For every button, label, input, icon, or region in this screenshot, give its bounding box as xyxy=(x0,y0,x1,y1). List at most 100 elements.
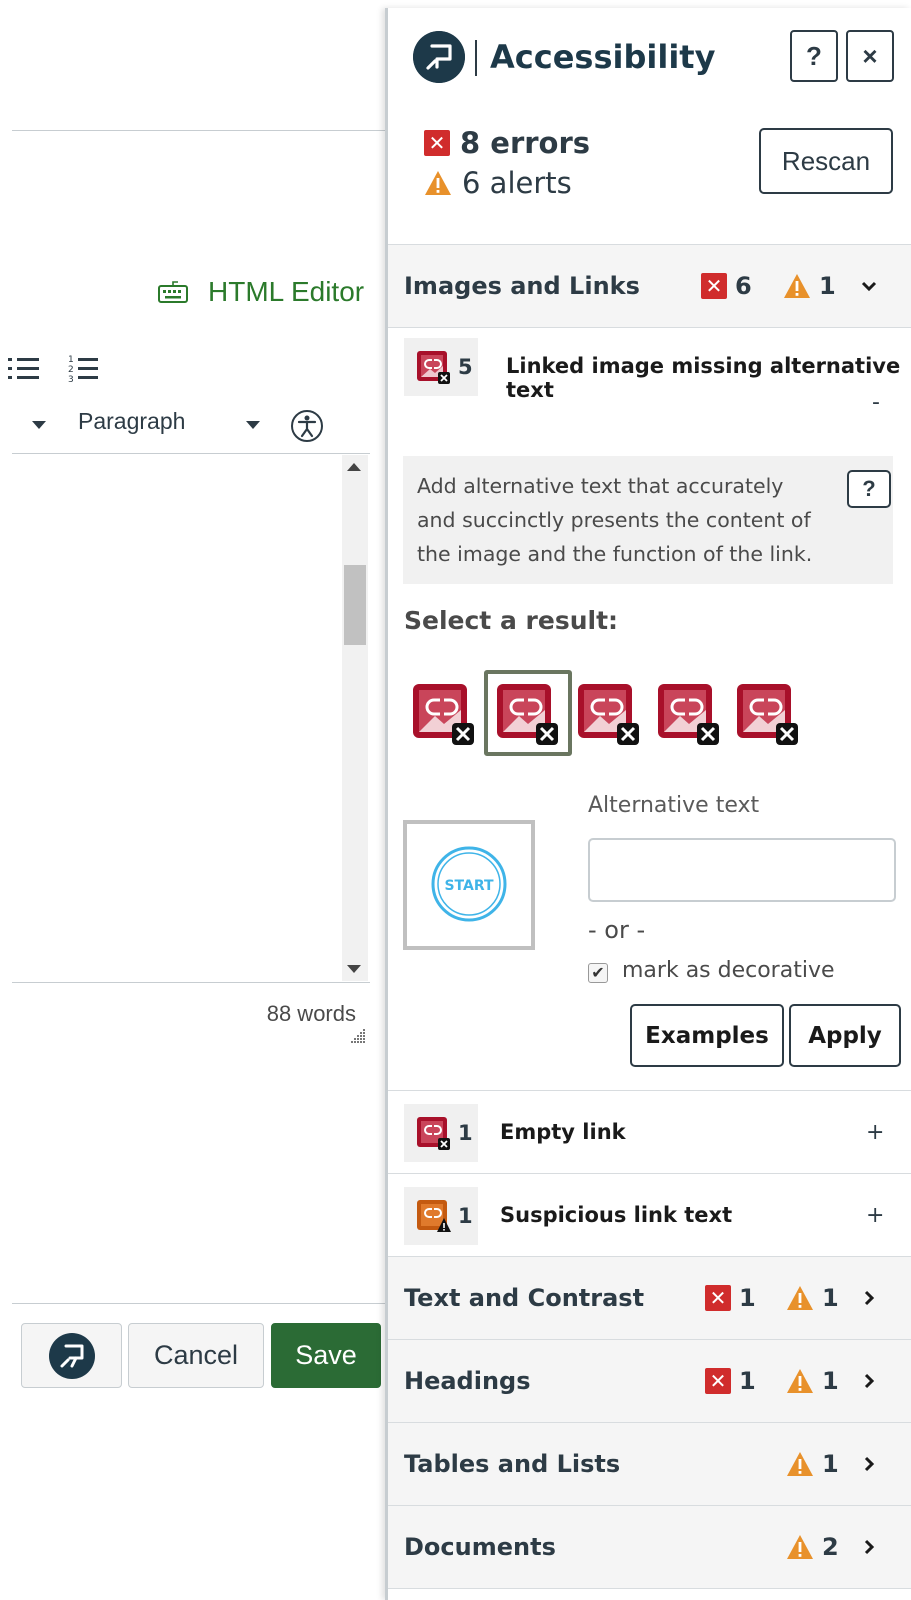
mark-decorative-checkbox[interactable]: ✔ xyxy=(588,963,608,983)
section-alert-count: 1 xyxy=(786,1450,839,1478)
error-icon: ✕ xyxy=(705,1368,731,1394)
warning-icon xyxy=(787,1535,813,1559)
rich-content-editor: HTML Editor 1 2 3 Paragraph 88 words Can… xyxy=(0,0,385,1600)
section-text-and-contrast[interactable]: Text and Contrast ✕ 1 1 xyxy=(388,1256,911,1339)
html-editor-toggle[interactable]: HTML Editor xyxy=(158,272,364,312)
issue-empty-link[interactable]: 1 Empty link + xyxy=(388,1090,911,1173)
editor-divider xyxy=(12,130,385,131)
font-size-dropdown-caret[interactable] xyxy=(32,421,46,429)
issue-icon-box: 5 xyxy=(404,338,478,396)
section-error-count: ✕ 1 xyxy=(705,1367,756,1395)
or-divider-text: - or - xyxy=(588,916,646,944)
linked-image-error-icon xyxy=(417,351,450,384)
linked-image-error-icon xyxy=(578,684,639,745)
error-count-value: 1 xyxy=(739,1367,756,1395)
section-alert-count: 2 xyxy=(786,1533,839,1561)
editor-content-area[interactable] xyxy=(12,453,370,983)
scroll-thumb[interactable] xyxy=(344,565,366,645)
issue-expand-toggle[interactable]: + xyxy=(866,1203,884,1228)
help-button[interactable]: ? xyxy=(790,30,838,82)
resize-grip-icon[interactable] xyxy=(350,1028,366,1044)
error-count-value: 6 xyxy=(735,272,752,300)
save-button[interactable]: Save xyxy=(271,1323,381,1388)
result-thumbnail-3[interactable] xyxy=(577,683,639,745)
warning-icon xyxy=(787,1452,813,1476)
close-button[interactable]: × xyxy=(846,30,894,82)
warning-icon xyxy=(425,171,451,195)
numbered-list-icon[interactable]: 1 2 3 xyxy=(68,352,100,386)
chevron-right-icon[interactable] xyxy=(859,1371,879,1391)
issue-count: 1 xyxy=(458,1204,473,1228)
alert-count-value: 1 xyxy=(822,1367,839,1395)
bullet-list-icon[interactable] xyxy=(8,352,40,386)
issue-suspicious-link-text[interactable]: 1 Suspicious link text + xyxy=(388,1173,911,1256)
linked-image-error-icon xyxy=(413,684,474,745)
section-images-and-links[interactable]: Images and Links ✕ 6 1 xyxy=(388,244,911,327)
warning-icon xyxy=(784,274,810,298)
issue-label: Empty link xyxy=(500,1120,626,1144)
title-divider xyxy=(475,40,477,76)
rescan-button[interactable]: Rescan xyxy=(759,128,893,194)
chevron-right-icon[interactable] xyxy=(859,1537,879,1557)
result-thumbnail-4[interactable] xyxy=(657,683,719,745)
linked-image-error-icon xyxy=(737,684,798,745)
scroll-up-arrow-icon[interactable] xyxy=(347,463,361,471)
word-count: 88 words xyxy=(266,1001,356,1026)
brand-logo-icon xyxy=(413,31,465,83)
panel-bottom-divider xyxy=(388,1588,911,1589)
section-error-count: ✕ 6 xyxy=(701,272,752,300)
chevron-right-icon[interactable] xyxy=(859,1454,879,1474)
svg-text:3: 3 xyxy=(68,375,74,385)
svg-text:2: 2 xyxy=(68,365,74,375)
issue-icon-box: 1 xyxy=(404,1187,478,1245)
errors-summary-text: 8 errors xyxy=(460,126,591,160)
alert-count-value: 2 xyxy=(822,1533,839,1561)
error-icon: ✕ xyxy=(424,130,450,156)
issue-count: 5 xyxy=(458,355,473,379)
error-icon: ✕ xyxy=(701,273,727,299)
cancel-button[interactable]: Cancel xyxy=(128,1323,264,1388)
image-preview: START xyxy=(403,820,535,950)
result-thumbnail-1[interactable] xyxy=(412,683,474,745)
linked-image-error-icon xyxy=(497,684,558,745)
editor-scrollbar[interactable] xyxy=(342,455,368,981)
issue-count: 1 xyxy=(458,1121,473,1145)
apply-button[interactable]: Apply xyxy=(789,1004,901,1067)
link-warning-icon xyxy=(417,1200,451,1232)
alert-count-value: 1 xyxy=(822,1450,839,1478)
section-title: Documents xyxy=(404,1533,556,1561)
footer-divider xyxy=(12,1303,385,1304)
block-format-caret[interactable] xyxy=(246,421,260,429)
section-title: Headings xyxy=(404,1367,531,1395)
section-alert-count: 1 xyxy=(783,272,836,300)
brand-logo-icon xyxy=(48,1332,95,1379)
block-format-select[interactable]: Paragraph xyxy=(78,408,185,435)
mark-decorative-label: mark as decorative xyxy=(622,958,835,983)
app-logo-button[interactable] xyxy=(21,1323,122,1388)
result-thumbnail-5[interactable] xyxy=(736,683,798,745)
chevron-down-icon[interactable] xyxy=(859,276,879,296)
chevron-right-icon[interactable] xyxy=(859,1288,879,1308)
accessibility-checker-icon[interactable] xyxy=(290,409,324,443)
issue-label: Suspicious link text xyxy=(500,1203,733,1227)
alert-count-value: 1 xyxy=(822,1284,839,1312)
section-title: Tables and Lists xyxy=(404,1450,621,1478)
issue-collapse-toggle[interactable]: - xyxy=(872,390,880,415)
section-documents[interactable]: Documents 2 xyxy=(388,1505,911,1588)
start-button-image: START xyxy=(431,846,507,922)
scroll-down-arrow-icon[interactable] xyxy=(347,965,361,973)
result-thumbnail-2[interactable] xyxy=(496,683,558,745)
preview-image-text: START xyxy=(444,878,494,894)
linked-image-error-icon xyxy=(658,684,719,745)
alt-text-input[interactable] xyxy=(588,838,896,902)
issue-linked-image-missing-alt[interactable]: 5 Linked image missing alternative text … xyxy=(388,327,911,425)
section-headings[interactable]: Headings ✕ 1 1 xyxy=(388,1339,911,1422)
examples-button[interactable]: Examples xyxy=(630,1004,784,1067)
html-editor-label: HTML Editor xyxy=(208,276,365,307)
issue-expand-toggle[interactable]: + xyxy=(866,1120,884,1145)
link-error-icon xyxy=(417,1117,450,1150)
rule-help-text: Add alternative text that accurately and… xyxy=(417,474,813,566)
section-tables-and-lists[interactable]: Tables and Lists 1 xyxy=(388,1422,911,1505)
section-title: Images and Links xyxy=(404,272,640,300)
rule-help-button[interactable]: ? xyxy=(847,470,891,508)
